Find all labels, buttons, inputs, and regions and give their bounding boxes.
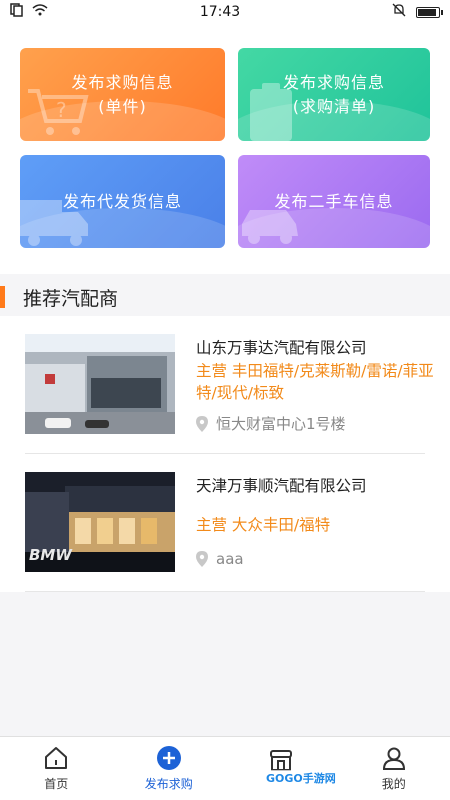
tab-label: 发布求购 <box>144 777 193 791</box>
tab-mine[interactable]: 我的 <box>338 737 450 800</box>
copy-icon <box>10 3 24 21</box>
status-time: 17:43 <box>199 4 241 20</box>
location-pin-icon <box>196 551 208 567</box>
card-subtitle: (求购清单) <box>292 96 376 116</box>
svg-text:?: ? <box>56 98 68 122</box>
status-bar: 17:43 <box>0 0 450 24</box>
divider <box>25 591 425 592</box>
status-left <box>10 3 48 21</box>
store-icon <box>270 749 293 771</box>
dealer-address: 恒大财富中心1号楼 <box>196 413 346 434</box>
dealer-address: aaa <box>196 550 244 568</box>
card-title: 发布代发货信息 <box>62 191 182 211</box>
plus-circle-icon <box>156 746 181 770</box>
watermark-logo: GOGO手游网 <box>262 770 340 786</box>
tab-publish-request[interactable]: 发布求购 <box>113 737 226 800</box>
dealer-address-text: aaa <box>216 550 244 568</box>
bell-muted-icon <box>392 3 406 21</box>
home-icon <box>45 747 68 769</box>
section-title: 推荐汽配商 <box>23 287 119 310</box>
status-right <box>392 3 443 21</box>
dealer-list: 山东万事达汽配有限公司 主营 丰田福特/克莱斯勒/雷诺/菲亚特/现代/标致 恒大… <box>0 316 450 592</box>
section-accent-bar <box>0 286 5 308</box>
card-subtitle: (单件) <box>98 96 147 116</box>
publish-delivery-card[interactable]: 发布代发货信息 <box>20 155 225 248</box>
svg-text:BMW: BMW <box>29 546 73 564</box>
publish-list-request-card[interactable]: 发布求购信息 (求购清单) <box>238 48 430 141</box>
publish-single-request-card[interactable]: ? 发布求购信息 (单件) <box>20 48 225 141</box>
dealer-item[interactable]: 山东万事达汽配有限公司 主营 丰田福特/克莱斯勒/雷诺/菲亚特/现代/标致 恒大… <box>0 316 450 454</box>
dealer-photo <box>25 334 175 434</box>
tab-home[interactable]: 首页 <box>0 737 113 800</box>
dealer-item[interactable]: BMW 天津万事顺汽配有限公司 主营 大众丰田/福特 aaa <box>0 454 450 592</box>
publish-used-car-card[interactable]: 发布二手车信息 <box>238 155 430 248</box>
location-pin-icon <box>196 415 208 432</box>
card-title: 发布求购信息 <box>71 72 174 92</box>
dealer-name: 山东万事达汽配有限公司 <box>196 339 367 357</box>
tab-label: 我的 <box>381 777 406 791</box>
dealer-main-business: 主营 丰田福特/克莱斯勒/雷诺/菲亚特/现代/标致 <box>196 362 434 402</box>
action-cards: ? 发布求购信息 (单件) 发布求购信息 (求购清单) 发布代发货信息 发布二手… <box>0 24 450 274</box>
dealer-photo: BMW <box>25 472 175 572</box>
user-icon <box>382 747 405 770</box>
battery-icon <box>415 6 443 18</box>
card-title: 发布求购信息 <box>282 72 385 92</box>
tab-store[interactable]: . <box>225 737 338 800</box>
wifi-icon <box>32 3 48 21</box>
tab-label: 首页 <box>44 777 69 791</box>
bottom-tab-bar: 首页 发布求购 . 我的 <box>0 736 450 800</box>
dealer-name: 天津万事顺汽配有限公司 <box>196 477 367 495</box>
dealer-main-business: 主营 大众丰田/福特 <box>196 516 331 534</box>
section-header: 推荐汽配商 <box>0 280 450 314</box>
dealer-address-text: 恒大财富中心1号楼 <box>216 415 346 433</box>
card-title: 发布二手车信息 <box>274 191 394 211</box>
